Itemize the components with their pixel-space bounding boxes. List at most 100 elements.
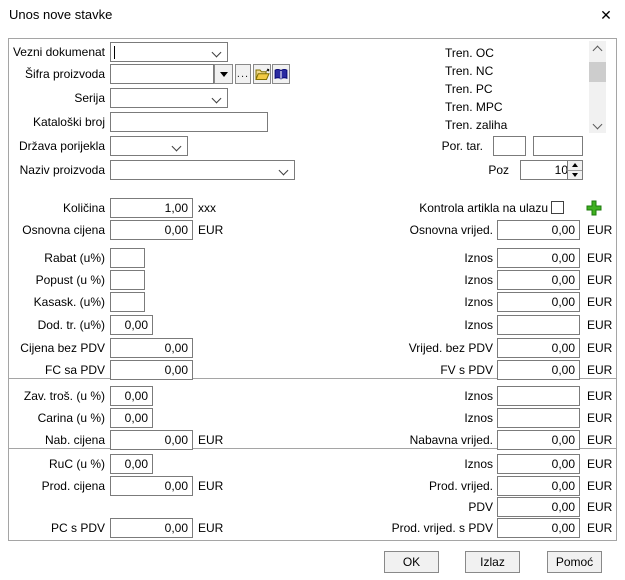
- dod-tr-label: Dod. tr. (u%): [37, 318, 105, 332]
- close-icon[interactable]: ✕: [596, 5, 616, 25]
- kontrola-checkbox[interactable]: [551, 201, 564, 214]
- form-row: Carina (u %) Iznos EUR: [0, 408, 625, 428]
- ruc-label: RuC (u %): [48, 457, 105, 471]
- iznos-input-1[interactable]: [497, 248, 580, 268]
- tren-list-item: Tren. NC: [445, 64, 494, 78]
- sifra-dropdown-button[interactable]: [214, 64, 233, 84]
- chevron-down-icon: [171, 141, 182, 152]
- add-icon[interactable]: [586, 200, 602, 216]
- kataloski-broj-input[interactable]: [110, 112, 268, 132]
- form-row: Popust (u %) Iznos EUR: [0, 270, 625, 290]
- cijena-bez-pdv-input[interactable]: [110, 338, 193, 358]
- poz-spinner: [520, 160, 583, 180]
- osnovna-vrijed-input[interactable]: [497, 220, 580, 240]
- form-row: Vezni dokumenat: [0, 42, 625, 62]
- nab-cijena-input[interactable]: [110, 430, 193, 450]
- scroll-down-button[interactable]: [589, 118, 606, 133]
- fv-s-pdv-input[interactable]: [497, 360, 580, 380]
- iznos-input-3[interactable]: [497, 292, 580, 312]
- iznos-label: Iznos: [464, 389, 493, 403]
- spinner-up-button[interactable]: [568, 161, 582, 171]
- sifra-proizvoda-input[interactable]: [110, 64, 214, 84]
- chevron-down-icon: [211, 93, 222, 104]
- prod-vrijed-label: Prod. vrijed.: [428, 479, 493, 493]
- eur-suffix: EUR: [587, 479, 613, 493]
- izlaz-button[interactable]: Izlaz: [465, 551, 520, 573]
- popust-label: Popust (u %): [35, 273, 105, 287]
- pc-s-pdv-label: PC s PDV: [50, 521, 105, 535]
- iznos-label: Iznos: [464, 457, 493, 471]
- form-row: Kasask. (u%) Iznos EUR: [0, 292, 625, 312]
- rabat-label: Rabat (u%): [44, 251, 105, 265]
- eur-suffix: EUR: [587, 363, 613, 377]
- nabavna-vrijed-input[interactable]: [497, 430, 580, 450]
- form-row: Država porijekla Por. tar.: [0, 136, 625, 156]
- kontrola-label: Kontrola artikla na ulazu: [419, 201, 548, 215]
- form-row: Serija: [0, 88, 625, 108]
- cijena-bez-pdv-label: Cijena bez PDV: [20, 341, 105, 355]
- ok-button[interactable]: OK: [384, 551, 439, 573]
- chevron-down-icon: [211, 47, 222, 58]
- pdv-label: PDV: [468, 500, 493, 514]
- iznos-input-7[interactable]: [497, 454, 580, 474]
- iznos-input-5[interactable]: [497, 386, 580, 406]
- kolicina-input[interactable]: [110, 198, 193, 218]
- scroll-up-button[interactable]: [589, 41, 606, 56]
- pc-s-pdv-input[interactable]: [110, 518, 193, 538]
- form-row: Cijena bez PDV Vrijed. bez PDV EUR: [0, 338, 625, 358]
- open-folder-icon: [254, 68, 270, 80]
- scroll-thumb[interactable]: [589, 62, 606, 82]
- pomoc-button[interactable]: Pomoć: [547, 551, 602, 573]
- poz-input[interactable]: [521, 161, 570, 179]
- ellipsis-icon: ...: [236, 68, 250, 80]
- fc-sa-pdv-input[interactable]: [110, 360, 193, 380]
- triangle-up-icon: [572, 163, 578, 168]
- sifra-proizvoda-label: Šifra proizvoda: [24, 67, 105, 81]
- form-row: FC sa PDV FV s PDV EUR: [0, 360, 625, 380]
- form-row: Nab. cijena EUR Nabavna vrijed. EUR: [0, 430, 625, 450]
- carina-input[interactable]: [110, 408, 153, 428]
- eur-suffix: EUR: [587, 389, 613, 403]
- iznos-input-4[interactable]: [497, 315, 580, 335]
- form-row: Prod. cijena EUR Prod. vrijed. EUR: [0, 476, 625, 496]
- form-row: Količina xxx Kontrola artikla na ulazu: [0, 198, 625, 218]
- dod-tr-input[interactable]: [110, 315, 153, 335]
- por-tar-input-2[interactable]: [533, 136, 583, 156]
- eur-suffix: EUR: [587, 433, 613, 447]
- iznos-input-6[interactable]: [497, 408, 580, 428]
- prod-cijena-input[interactable]: [110, 476, 193, 496]
- drzava-porijekla-select[interactable]: [110, 136, 188, 156]
- open-product-button[interactable]: [253, 64, 271, 84]
- catalog-button[interactable]: [272, 64, 290, 84]
- tren-list-item: Tren. zaliha: [445, 118, 508, 132]
- spinner-down-button[interactable]: [568, 170, 582, 179]
- vezni-dokumenat-select[interactable]: [110, 42, 228, 62]
- kolicina-label: Količina: [62, 201, 105, 215]
- eur-suffix: EUR: [198, 223, 224, 237]
- dialog-unos-nove-stavke: Unos nove stavke ✕ Vezni dokumenat Šifra…: [0, 0, 625, 580]
- serija-label: Serija: [74, 91, 105, 105]
- popust-input[interactable]: [110, 270, 145, 290]
- carina-label: Carina (u %): [37, 411, 105, 425]
- vrijed-bez-pdv-input[interactable]: [497, 338, 580, 358]
- nabavna-vrijed-label: Nabavna vrijed.: [409, 433, 493, 447]
- osnovna-cijena-label: Osnovna cijena: [22, 223, 105, 237]
- ruc-input[interactable]: [110, 454, 153, 474]
- zav-tros-input[interactable]: [110, 386, 153, 406]
- rabat-input[interactable]: [110, 248, 145, 268]
- iznos-input-2[interactable]: [497, 270, 580, 290]
- prod-vrijed-input[interactable]: [497, 476, 580, 496]
- vertical-scrollbar[interactable]: [589, 41, 606, 133]
- kasask-input[interactable]: [110, 292, 145, 312]
- browse-button[interactable]: ...: [235, 64, 251, 84]
- prod-vrijed-s-pdv-input[interactable]: [497, 518, 580, 538]
- por-tar-input-1[interactable]: [493, 136, 526, 156]
- form-row: Zav. troš. (u %) Iznos EUR: [0, 386, 625, 406]
- serija-select[interactable]: [110, 88, 228, 108]
- eur-suffix: EUR: [587, 295, 613, 309]
- iznos-label: Iznos: [464, 411, 493, 425]
- pdv-input[interactable]: [497, 497, 580, 517]
- naziv-proizvoda-select[interactable]: [110, 160, 295, 180]
- form-row: Rabat (u%) Iznos EUR: [0, 248, 625, 268]
- osnovna-cijena-input[interactable]: [110, 220, 193, 240]
